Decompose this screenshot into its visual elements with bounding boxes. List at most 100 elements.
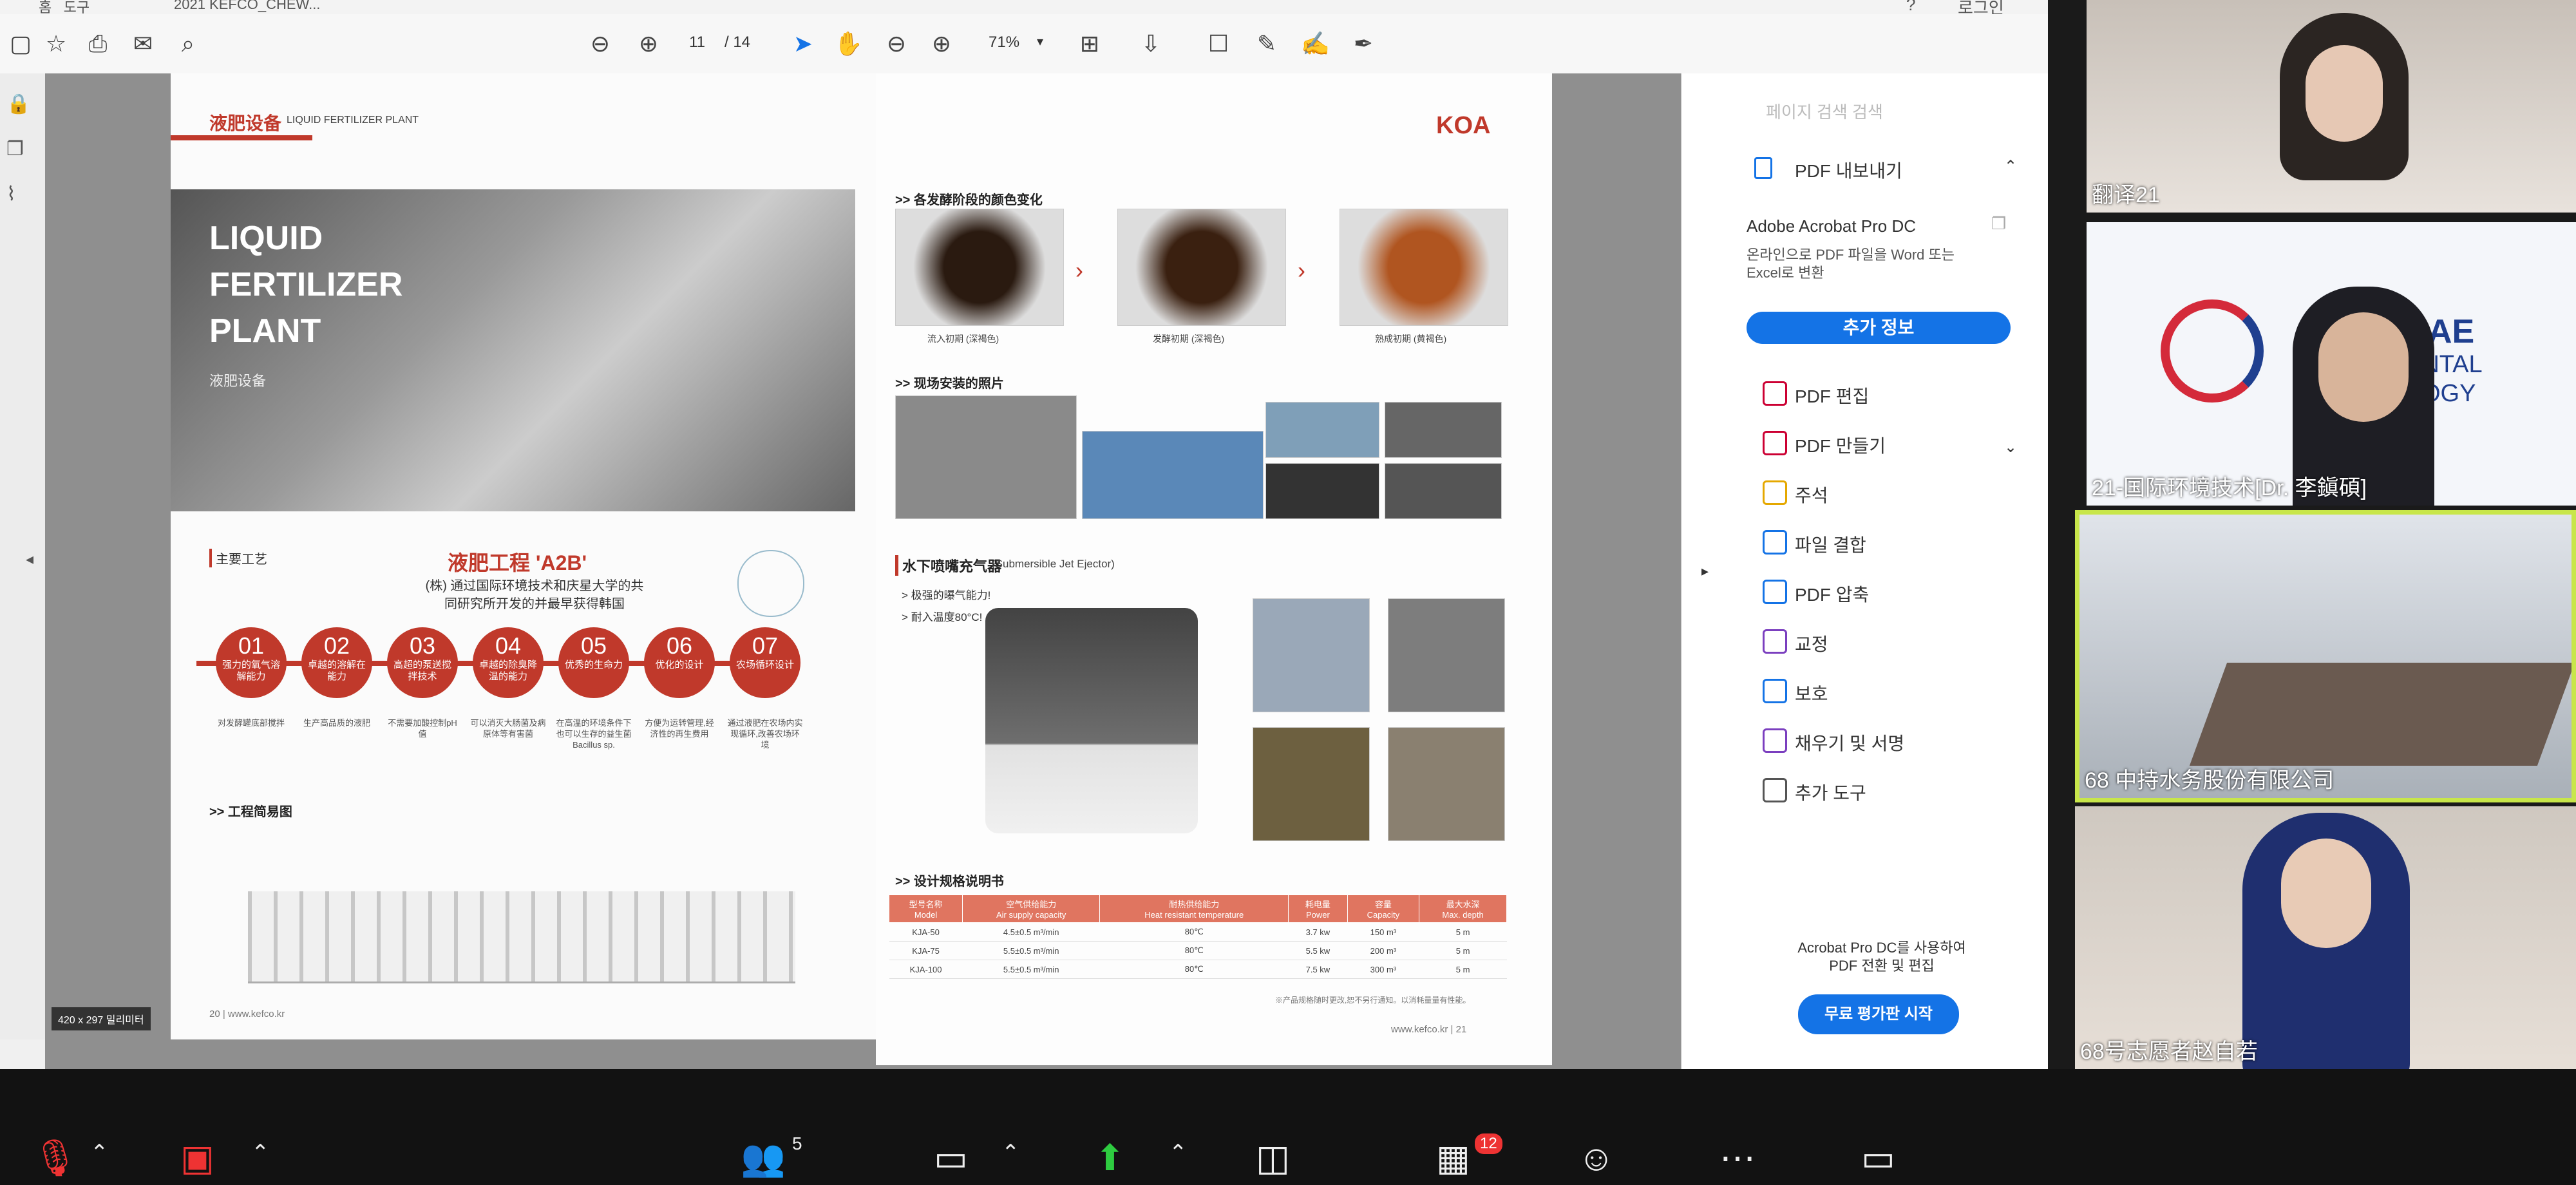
tool-item[interactable]: PDF 만들기 (1763, 431, 1886, 458)
tool-item-label: 추가 도구 (1795, 783, 1866, 803)
create-icon[interactable]: ▢ (6, 30, 35, 58)
record-icon[interactable]: ◫ (1256, 1137, 1290, 1179)
spec-header-cell: 型号名称 Model (888, 895, 963, 923)
hero-title-line: FERTILIZER (209, 266, 403, 303)
video-tile-1[interactable]: 翻译21 (2087, 0, 2576, 213)
document-viewer[interactable]: 液肥设备 LIQUID FERTILIZER PLANT LIQUID FERT… (45, 73, 1710, 1069)
collapse-left-icon[interactable]: ◂ (26, 550, 33, 569)
process-step-description: 生产高品质的液肥 (303, 718, 370, 728)
tool-item[interactable]: 보호 (1763, 679, 1828, 706)
page-footer-right: www.kefco.kr | 21 (1391, 1024, 1467, 1035)
section-title: 液肥设备 (209, 113, 282, 133)
tool-item[interactable]: 파일 결합 (1763, 530, 1866, 557)
spec-header-cell: 空气供给能力 Air supply capacity (962, 895, 1101, 923)
pages-icon[interactable]: ❐ (6, 138, 24, 160)
tool-item[interactable]: 채우기 및 서명 (1763, 728, 1904, 755)
email-icon[interactable]: ✉ (129, 30, 157, 58)
participant-face (2281, 839, 2371, 948)
chat-options-chevron-icon[interactable]: ⌃ (1001, 1140, 1020, 1166)
video-options-chevron-icon[interactable]: ⌃ (251, 1140, 270, 1166)
chevron-up-icon[interactable]: ⌃ (2004, 157, 2017, 176)
search-tools-field[interactable]: 페이지 검색 검색 (1766, 99, 1883, 123)
site-photo (1385, 402, 1502, 458)
zoom-level-select[interactable]: 71% (989, 33, 1019, 52)
hero-photo: LIQUID FERTILIZER PLANT 液肥设备 (171, 189, 855, 511)
spec-cell: 7.5 kw (1288, 960, 1348, 979)
company-logo: KOA (1436, 112, 1491, 139)
beaker-photo-1 (895, 209, 1064, 326)
next-page-icon[interactable]: ⊕ (634, 30, 663, 58)
hand-tool-icon[interactable]: ✋ (834, 30, 863, 58)
tool-item[interactable]: 추가 도구 (1763, 778, 1866, 805)
zoom-out-icon[interactable]: ⊖ (882, 30, 911, 58)
process-step-description: 在高温的环境条件下也可以生存的益生菌Bacillus sp. (556, 718, 632, 750)
combine-files-icon (1763, 530, 1787, 555)
draw-icon[interactable]: ✍ (1301, 30, 1330, 58)
start-trial-button[interactable]: 무료 평가판 시작 (1798, 994, 1959, 1034)
tool-item-label: PDF 만들기 (1795, 436, 1886, 456)
print-icon[interactable]: ⎙ (84, 30, 112, 58)
participants-icon[interactable]: 👥 (741, 1137, 786, 1179)
collapse-panel-icon[interactable]: ▸ (1701, 563, 1709, 580)
document-tab[interactable]: 2021 KEFCO_CHEW... (174, 0, 320, 13)
help-icon[interactable]: ? (1906, 0, 1915, 15)
ejector-title: 水下喷嘴充气器 (895, 555, 1001, 576)
fit-page-icon[interactable]: ⊞ (1075, 30, 1104, 58)
lock-icon[interactable]: 🔒 (6, 93, 30, 115)
tool-item[interactable]: PDF 편집 (1763, 381, 1869, 408)
share-options-chevron-icon[interactable]: ⌃ (1169, 1140, 1188, 1166)
tool-item[interactable]: PDF 압축 (1763, 580, 1869, 607)
bookmark-star-icon[interactable]: ☆ (42, 30, 70, 58)
apps-icon[interactable]: ▦ (1436, 1137, 1470, 1179)
ejector-title-en: (Submersible Jet Ejector) (992, 558, 1115, 570)
process-step-circle: 01 强力的氧气溶解能力 (216, 627, 287, 698)
hero-title-line: PLANT (209, 312, 321, 350)
copy-icon[interactable]: ❐ (1991, 214, 2006, 234)
settings-icon[interactable]: ▭ (1861, 1137, 1895, 1179)
site-photo (1265, 463, 1379, 519)
more-info-button[interactable]: 추가 정보 (1747, 312, 2011, 344)
video-tile-3-active-speaker[interactable]: 68 中持水务股份有限公司 (2075, 510, 2576, 802)
video-off-icon[interactable]: ▣ (180, 1137, 214, 1179)
video-tile-4[interactable]: 68号志愿者赵自若 (2075, 806, 2576, 1085)
company-logo-circle (2161, 299, 2264, 403)
product-description: 온라인으로 PDF 파일을 Word 또는 Excel로 변환 (1747, 246, 1955, 282)
spec-row: KJA-100 5.5±0.5 m³/min 80℃ 7.5 kw 300 m³ 5 m (889, 960, 1507, 979)
left-rail: 🔒 ❐ ⌇ ◂ (0, 73, 45, 1039)
export-pdf-item[interactable]: PDF 내보내기 (1795, 157, 1902, 183)
select-cursor-icon[interactable]: ➤ (789, 30, 817, 58)
promo-line: PDF 전환 및 편집 (1829, 958, 1935, 974)
video-tile-2[interactable]: AE ENTAL OGY 21-国际环境技术[Dr. 李鎭碩] (2087, 222, 2576, 506)
spec-header-cell: 容量 Capacity (1347, 895, 1420, 923)
chat-icon[interactable]: ▭ (934, 1137, 968, 1179)
share-screen-icon[interactable]: ⬆ (1095, 1137, 1125, 1179)
audio-options-chevron-icon[interactable]: ⌃ (90, 1140, 109, 1166)
zoom-in-icon[interactable]: ⊕ (927, 30, 956, 58)
process-step-number: 06 (666, 632, 693, 659)
comment-icon[interactable]: ☐ (1204, 30, 1233, 58)
mic-muted-icon[interactable]: 🎙 (32, 1137, 78, 1179)
tool-item[interactable]: 주석 (1763, 480, 1828, 507)
previous-page-icon[interactable]: ⊖ (586, 30, 614, 58)
promo-text: Acrobat Pro DC를 사용하여 PDF 전환 및 편집 (1772, 939, 1991, 975)
process-step-description: 不需要加酸控制pH值 (388, 718, 457, 739)
process-step-number: 05 (580, 632, 607, 659)
spec-cell: 5.5±0.5 m³/min (962, 941, 1100, 960)
sign-icon[interactable]: ✒ (1349, 30, 1378, 58)
zoom-chevron-down-icon[interactable]: ▾ (1037, 33, 1043, 50)
tool-item[interactable]: 교정 (1763, 629, 1828, 656)
scroll-mode-icon[interactable]: ⇩ (1137, 30, 1165, 58)
page-number-input[interactable]: 11 (689, 33, 705, 52)
process-step-title: 优化的设计 (655, 659, 704, 670)
search-icon[interactable]: ⌕ (174, 30, 202, 58)
chevron-down-icon[interactable]: ⌄ (2004, 438, 2017, 457)
spec-cell: 4.5±0.5 m³/min (962, 922, 1100, 942)
more-icon[interactable]: ⋯ (1719, 1137, 1756, 1179)
reactions-icon[interactable]: ☺ (1578, 1137, 1615, 1179)
site-photo (895, 395, 1077, 519)
tool-item-label: 보호 (1795, 684, 1828, 704)
process-step-circle: 05 优秀的生命力 (558, 627, 629, 698)
attachment-icon[interactable]: ⌇ (6, 183, 16, 205)
highlight-pen-icon[interactable]: ✎ (1253, 30, 1281, 58)
process-description: (株) 通过国际环境技术和庆星大学的共 同研究所开发的并最早获得韩国 (393, 577, 676, 613)
